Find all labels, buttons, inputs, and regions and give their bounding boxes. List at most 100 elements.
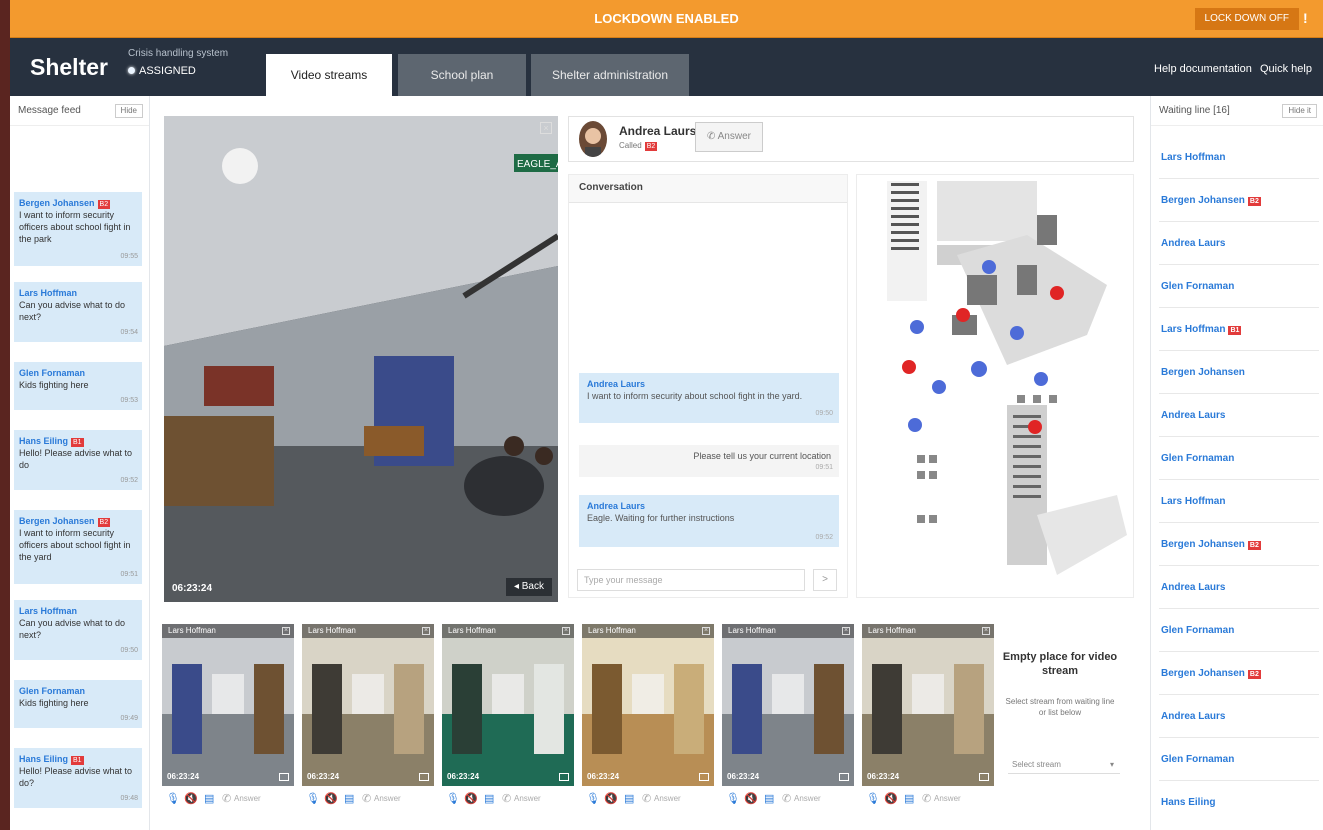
microphone-icon[interactable]: 🎙 bbox=[166, 792, 180, 805]
video-thumbnail[interactable]: Lars Hoffman × 06:23:24 bbox=[162, 624, 294, 786]
tab-school-plan[interactable]: School plan bbox=[398, 54, 526, 96]
chat-icon[interactable]: ▤ bbox=[764, 792, 774, 805]
close-thumbnail-icon[interactable]: × bbox=[562, 627, 570, 635]
waiting-item[interactable]: Lars Hoffman bbox=[1159, 480, 1319, 523]
mute-icon[interactable]: 🔇 bbox=[324, 792, 338, 805]
waiting-item[interactable]: Glen Fornaman bbox=[1159, 265, 1319, 308]
empty-stream-slot[interactable]: Empty place for video stream Select stre… bbox=[998, 634, 1122, 744]
mute-icon[interactable]: 🔇 bbox=[184, 792, 198, 805]
help-documentation-link[interactable]: Help documentation bbox=[1154, 63, 1252, 75]
waiting-item-name[interactable]: Lars Hoffman bbox=[1161, 496, 1225, 507]
waiting-item[interactable]: Hans Eiling bbox=[1159, 781, 1319, 824]
feed-message[interactable]: Glen Fornaman Kids fighting here 09:53 bbox=[14, 362, 142, 410]
waiting-item[interactable]: Bergen Johansen B2 bbox=[1159, 179, 1319, 222]
waiting-item[interactable]: Andrea Laurs bbox=[1159, 566, 1319, 609]
send-button[interactable]: > bbox=[813, 569, 837, 591]
back-button[interactable]: ◂ Back bbox=[505, 578, 552, 596]
waiting-item[interactable]: Glen Fornaman bbox=[1159, 437, 1319, 480]
hide-feed-button[interactable]: Hide bbox=[114, 104, 143, 118]
waiting-item-name[interactable]: Andrea Laurs bbox=[1161, 410, 1225, 421]
waiting-item[interactable]: Bergen Johansen B2 bbox=[1159, 523, 1319, 566]
close-thumbnail-icon[interactable]: × bbox=[842, 627, 850, 635]
feed-message-sender[interactable]: Bergen Johansen bbox=[19, 516, 95, 526]
feed-message[interactable]: Lars Hoffman Can you advise what to do ne… bbox=[14, 600, 142, 660]
mute-icon[interactable]: 🔇 bbox=[464, 792, 478, 805]
fullscreen-icon[interactable] bbox=[419, 773, 429, 781]
chat-icon[interactable]: ▤ bbox=[344, 792, 354, 805]
close-video-icon[interactable]: × bbox=[540, 122, 552, 134]
waiting-item[interactable]: Andrea Laurs bbox=[1159, 222, 1319, 265]
waiting-item-name[interactable]: Andrea Laurs bbox=[1161, 582, 1225, 593]
alert-icon[interactable]: ! bbox=[1303, 10, 1317, 28]
close-thumbnail-icon[interactable]: × bbox=[282, 627, 290, 635]
phone-icon[interactable]: ✆ bbox=[502, 792, 511, 805]
waiting-item[interactable]: Lars Hoffman bbox=[1159, 136, 1319, 179]
chat-icon[interactable]: ▤ bbox=[624, 792, 634, 805]
waiting-item-name[interactable]: Andrea Laurs bbox=[1161, 711, 1225, 722]
message-input[interactable]: Type your message bbox=[577, 569, 805, 591]
tab-shelter-administration[interactable]: Shelter administration bbox=[531, 54, 689, 96]
waiting-item[interactable]: Glen Fornaman bbox=[1159, 609, 1319, 652]
microphone-icon[interactable]: 🎙 bbox=[306, 792, 320, 805]
answer-link[interactable]: Answer bbox=[514, 794, 541, 803]
chat-icon[interactable]: ▤ bbox=[484, 792, 494, 805]
waiting-item-name[interactable]: Bergen Johansen bbox=[1161, 195, 1245, 206]
feed-message-sender[interactable]: Hans Eiling bbox=[19, 754, 68, 764]
phone-icon[interactable]: ✆ bbox=[362, 792, 371, 805]
video-thumbnail[interactable]: Lars Hoffman × 06:23:24 bbox=[302, 624, 434, 786]
chat-icon[interactable]: ▤ bbox=[204, 792, 214, 805]
waiting-item-name[interactable]: Glen Fornaman bbox=[1161, 754, 1234, 765]
feed-message[interactable]: Hans Eiling B1 Hello! Please advise what t… bbox=[14, 430, 142, 490]
waiting-item[interactable]: Andrea Laurs bbox=[1159, 695, 1319, 738]
video-thumbnail[interactable]: Lars Hoffman × 06:23:24 bbox=[862, 624, 994, 786]
phone-icon[interactable]: ✆ bbox=[922, 792, 931, 805]
answer-link[interactable]: Answer bbox=[654, 794, 681, 803]
waiting-item-name[interactable]: Bergen Johansen bbox=[1161, 367, 1245, 378]
fullscreen-icon[interactable] bbox=[839, 773, 849, 781]
feed-message[interactable]: Lars Hoffman Can you advise what to do ne… bbox=[14, 282, 142, 342]
feed-message[interactable]: Glen Fornaman Kids fighting here 09:49 bbox=[14, 680, 142, 728]
waiting-item[interactable]: Glen Fornaman bbox=[1159, 738, 1319, 781]
answer-link[interactable]: Answer bbox=[794, 794, 821, 803]
stream-select-dropdown[interactable]: Select stream ▾ bbox=[1008, 756, 1120, 774]
feed-message-sender[interactable]: Bergen Johansen bbox=[19, 198, 95, 208]
close-thumbnail-icon[interactable]: × bbox=[702, 627, 710, 635]
hide-waiting-button[interactable]: Hide it bbox=[1282, 104, 1317, 118]
waiting-item-name[interactable]: Bergen Johansen bbox=[1161, 539, 1245, 550]
phone-icon[interactable]: ✆ bbox=[642, 792, 651, 805]
video-thumbnail[interactable]: Lars Hoffman × 06:23:24 bbox=[582, 624, 714, 786]
mute-icon[interactable]: 🔇 bbox=[604, 792, 618, 805]
waiting-item[interactable]: Andrea Laurs bbox=[1159, 394, 1319, 437]
microphone-icon[interactable]: 🎙 bbox=[586, 792, 600, 805]
waiting-item-name[interactable]: Glen Fornaman bbox=[1161, 453, 1234, 464]
feed-message-sender[interactable]: Glen Fornaman bbox=[19, 686, 85, 696]
close-thumbnail-icon[interactable]: × bbox=[982, 627, 990, 635]
phone-icon[interactable]: ✆ bbox=[782, 792, 791, 805]
waiting-item-name[interactable]: Hans Eiling bbox=[1161, 797, 1215, 808]
feed-message[interactable]: Bergen Johansen B2 I want to inform securi… bbox=[14, 510, 142, 584]
feed-message-sender[interactable]: Lars Hoffman bbox=[19, 606, 77, 616]
phone-icon[interactable]: ✆ bbox=[222, 792, 231, 805]
waiting-item-name[interactable]: Bergen Johansen bbox=[1161, 668, 1245, 679]
fullscreen-icon[interactable] bbox=[559, 773, 569, 781]
waiting-item[interactable]: Lars Hoffman B1 bbox=[1159, 308, 1319, 351]
microphone-icon[interactable]: 🎙 bbox=[446, 792, 460, 805]
waiting-item-name[interactable]: Glen Fornaman bbox=[1161, 625, 1234, 636]
tab-video-streams[interactable]: Video streams bbox=[266, 54, 392, 96]
feed-message-sender[interactable]: Lars Hoffman bbox=[19, 288, 77, 298]
video-thumbnail[interactable]: Lars Hoffman × 06:23:24 bbox=[722, 624, 854, 786]
answer-button[interactable]: ✆ Answer bbox=[695, 122, 763, 152]
fullscreen-icon[interactable] bbox=[279, 773, 289, 781]
mute-icon[interactable]: 🔇 bbox=[884, 792, 898, 805]
close-thumbnail-icon[interactable]: × bbox=[422, 627, 430, 635]
waiting-item[interactable]: Bergen Johansen bbox=[1159, 351, 1319, 394]
answer-link[interactable]: Answer bbox=[234, 794, 261, 803]
waiting-item-name[interactable]: Lars Hoffman bbox=[1161, 324, 1225, 335]
feed-message-sender[interactable]: Glen Fornaman bbox=[19, 368, 85, 378]
feed-message[interactable]: Hans Eiling B1 Hello! Please advise what t… bbox=[14, 748, 142, 808]
feed-message[interactable]: Bergen Johansen B2 I want to inform securi… bbox=[14, 192, 142, 266]
answer-link[interactable]: Answer bbox=[934, 794, 961, 803]
lockdown-toggle-button[interactable]: LOCK DOWN OFF bbox=[1194, 8, 1299, 30]
waiting-item-name[interactable]: Glen Fornaman bbox=[1161, 281, 1234, 292]
waiting-item[interactable]: Bergen Johansen B2 bbox=[1159, 652, 1319, 695]
